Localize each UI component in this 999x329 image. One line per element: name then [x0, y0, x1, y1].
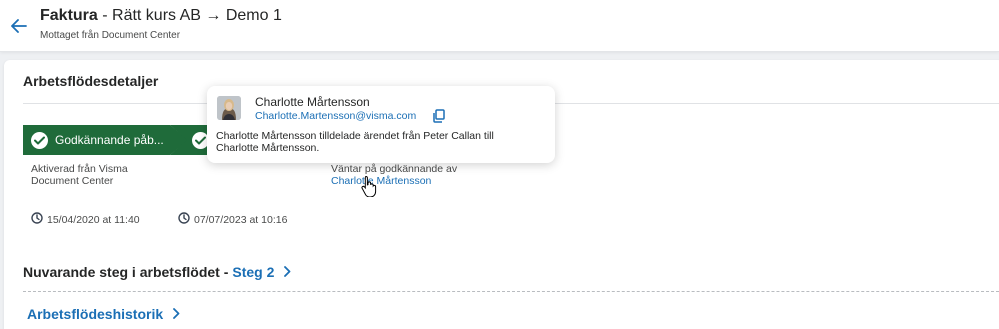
page-title: Faktura - Rätt kurs AB → Demo 1	[40, 7, 282, 25]
workflow-step-1[interactable]: Godkännande påb...	[23, 125, 188, 155]
clock-icon	[31, 212, 43, 227]
hand-cursor-icon	[361, 175, 377, 198]
page-subtitle: Mottaget från Document Center	[40, 30, 181, 41]
clock-icon	[178, 212, 190, 227]
dashed-divider	[23, 291, 999, 292]
current-step-label: Nuvarande steg i arbetsflödet -	[23, 264, 229, 280]
popover-user-email[interactable]: Charlotte.Martensson@visma.com	[255, 110, 416, 122]
check-icon	[31, 131, 48, 149]
page-header: Faktura - Rätt kurs AB → Demo 1 Mottaget…	[0, 0, 999, 52]
current-step-link[interactable]: Nuvarande steg i arbetsflödet - Steg 2	[23, 264, 291, 280]
current-step-value: Steg 2	[232, 264, 275, 280]
avatar	[217, 96, 241, 120]
page-title-doc-type: Faktura	[40, 7, 98, 24]
workflow-step-2-date: 07/07/2023 at 10:16	[178, 212, 287, 227]
workflow-step-1-label: Godkännande påb...	[55, 133, 164, 147]
workflow-step-1-info: Aktiverad från Visma Document Center	[31, 163, 128, 187]
chevron-right-icon	[173, 306, 180, 322]
user-popover: Charlotte Mårtensson Charlotte.Martensso…	[207, 86, 555, 163]
popover-user-name: Charlotte Mårtensson	[255, 95, 370, 109]
workflow-step-2-info-prefix: Väntar på godkännande av	[331, 163, 458, 175]
workflow-step-1-date: 15/04/2020 at 11:40	[31, 212, 140, 227]
workflow-step-1-date-text: 15/04/2020 at 11:40	[47, 213, 140, 226]
workflow-history-label: Arbetsflödeshistorik	[27, 306, 164, 322]
popover-message: Charlotte Mårtensson tilldelade ärendet …	[216, 130, 494, 154]
copy-icon[interactable]	[432, 109, 446, 123]
chevron-right-icon	[284, 264, 291, 280]
back-arrow-icon[interactable]	[10, 17, 28, 35]
workflow-history-link[interactable]: Arbetsflödeshistorik	[27, 306, 180, 322]
workflow-section-title: Arbetsflödesdetaljer	[23, 73, 159, 89]
page-title-detail: - Rätt kurs AB → Demo 1	[97, 7, 282, 24]
workflow-step-2-date-text: 07/07/2023 at 10:16	[194, 213, 288, 226]
